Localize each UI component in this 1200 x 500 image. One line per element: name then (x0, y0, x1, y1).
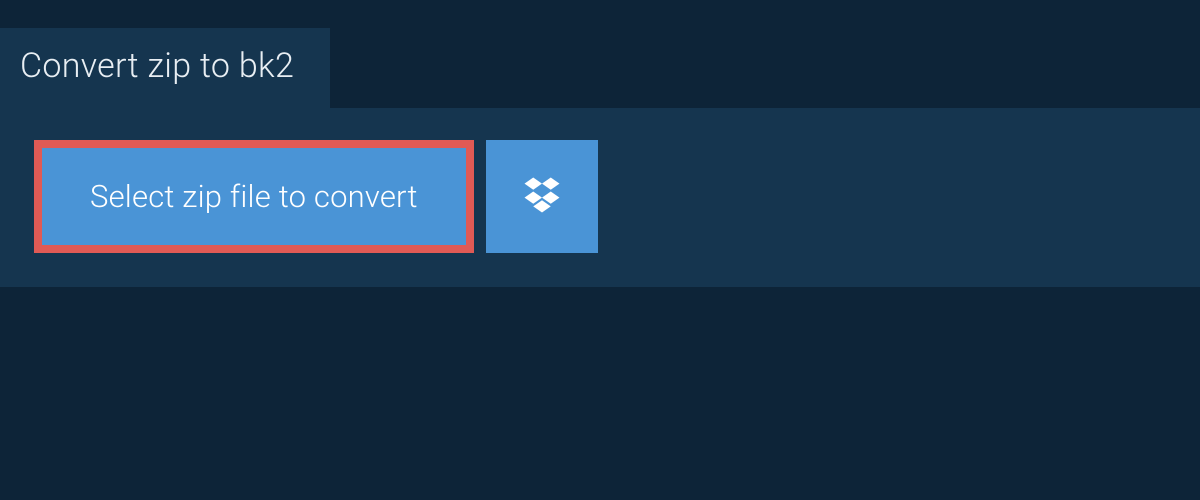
tab-title: Convert zip to bk2 (20, 46, 294, 86)
button-row: Select zip file to convert (34, 140, 1166, 253)
select-file-label: Select zip file to convert (90, 178, 418, 215)
select-file-button[interactable]: Select zip file to convert (34, 140, 474, 253)
tab-convert[interactable]: Convert zip to bk2 (0, 28, 330, 108)
dropbox-icon (521, 174, 563, 220)
dropbox-button[interactable] (486, 140, 598, 253)
conversion-panel: Select zip file to convert (0, 108, 1200, 287)
tab-bar: Convert zip to bk2 (0, 0, 1200, 108)
